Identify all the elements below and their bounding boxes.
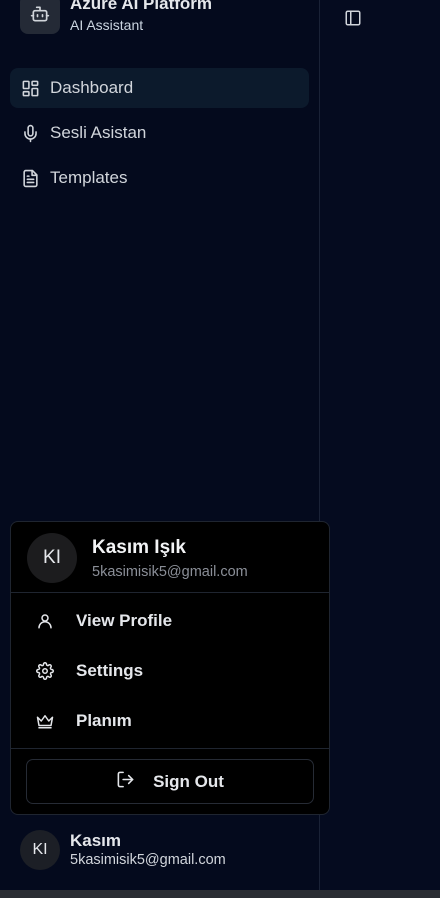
sidebar-nav: Dashboard Sesli Asistan Templates <box>10 68 309 203</box>
sidebar-item-sesli-asistan[interactable]: Sesli Asistan <box>10 113 309 153</box>
sidebar-item-label: Sesli Asistan <box>50 123 147 142</box>
avatar: KI <box>27 533 77 583</box>
avatar: KI <box>20 830 60 870</box>
menu-item-planim[interactable]: Planım <box>11 696 329 746</box>
crown-icon <box>35 711 55 731</box>
brand-title: Azure AI Platform <box>70 0 213 13</box>
menu-item-label: Settings <box>76 661 144 680</box>
brand[interactable]: Azure AI Platform AI Assistant <box>20 0 212 34</box>
user-email: 5kasimisik5@gmail.com <box>70 852 226 868</box>
main-content <box>320 0 440 890</box>
dashboard-icon <box>20 78 40 98</box>
brand-subtitle: AI Assistant <box>70 17 144 33</box>
bottom-bar <box>0 890 440 898</box>
menu-item-view-profile[interactable]: View Profile <box>11 596 329 646</box>
sidebar-item-label: Dashboard <box>50 78 134 97</box>
user-icon <box>35 611 55 631</box>
user-name: Kasım <box>70 831 122 850</box>
menu-item-settings[interactable]: Settings <box>11 646 329 696</box>
sign-out-button[interactable]: Sign Out <box>26 759 314 804</box>
sidebar-item-label: Templates <box>50 168 128 187</box>
sidebar-item-templates[interactable]: Templates <box>10 158 309 198</box>
sidebar-item-dashboard[interactable]: Dashboard <box>10 68 309 108</box>
user-account-button[interactable]: KI Kasım 5kasimisik5@gmail.com <box>20 830 226 870</box>
sidebar-toggle-icon[interactable] <box>343 8 363 28</box>
microphone-icon <box>20 123 40 143</box>
sign-out-label: Sign Out <box>153 771 224 791</box>
user-dropdown-menu: KI Kasım Işık 5kasimisik5@gmail.com View… <box>10 521 330 815</box>
menu-item-label: Planım <box>76 711 132 730</box>
menu-item-label: View Profile <box>76 611 173 630</box>
bot-icon <box>20 0 60 34</box>
menu-items: View Profile Settings Planım <box>11 593 329 749</box>
app-window: Azure AI Platform AI Assistant Dashboard <box>0 0 440 898</box>
document-icon <box>20 168 40 188</box>
menu-user-name: Kasım Işık <box>92 537 186 558</box>
menu-user-email: 5kasimisik5@gmail.com <box>92 564 248 580</box>
menu-header: KI Kasım Işık 5kasimisik5@gmail.com <box>11 522 329 593</box>
logout-icon <box>116 770 135 794</box>
gear-icon <box>35 661 55 681</box>
